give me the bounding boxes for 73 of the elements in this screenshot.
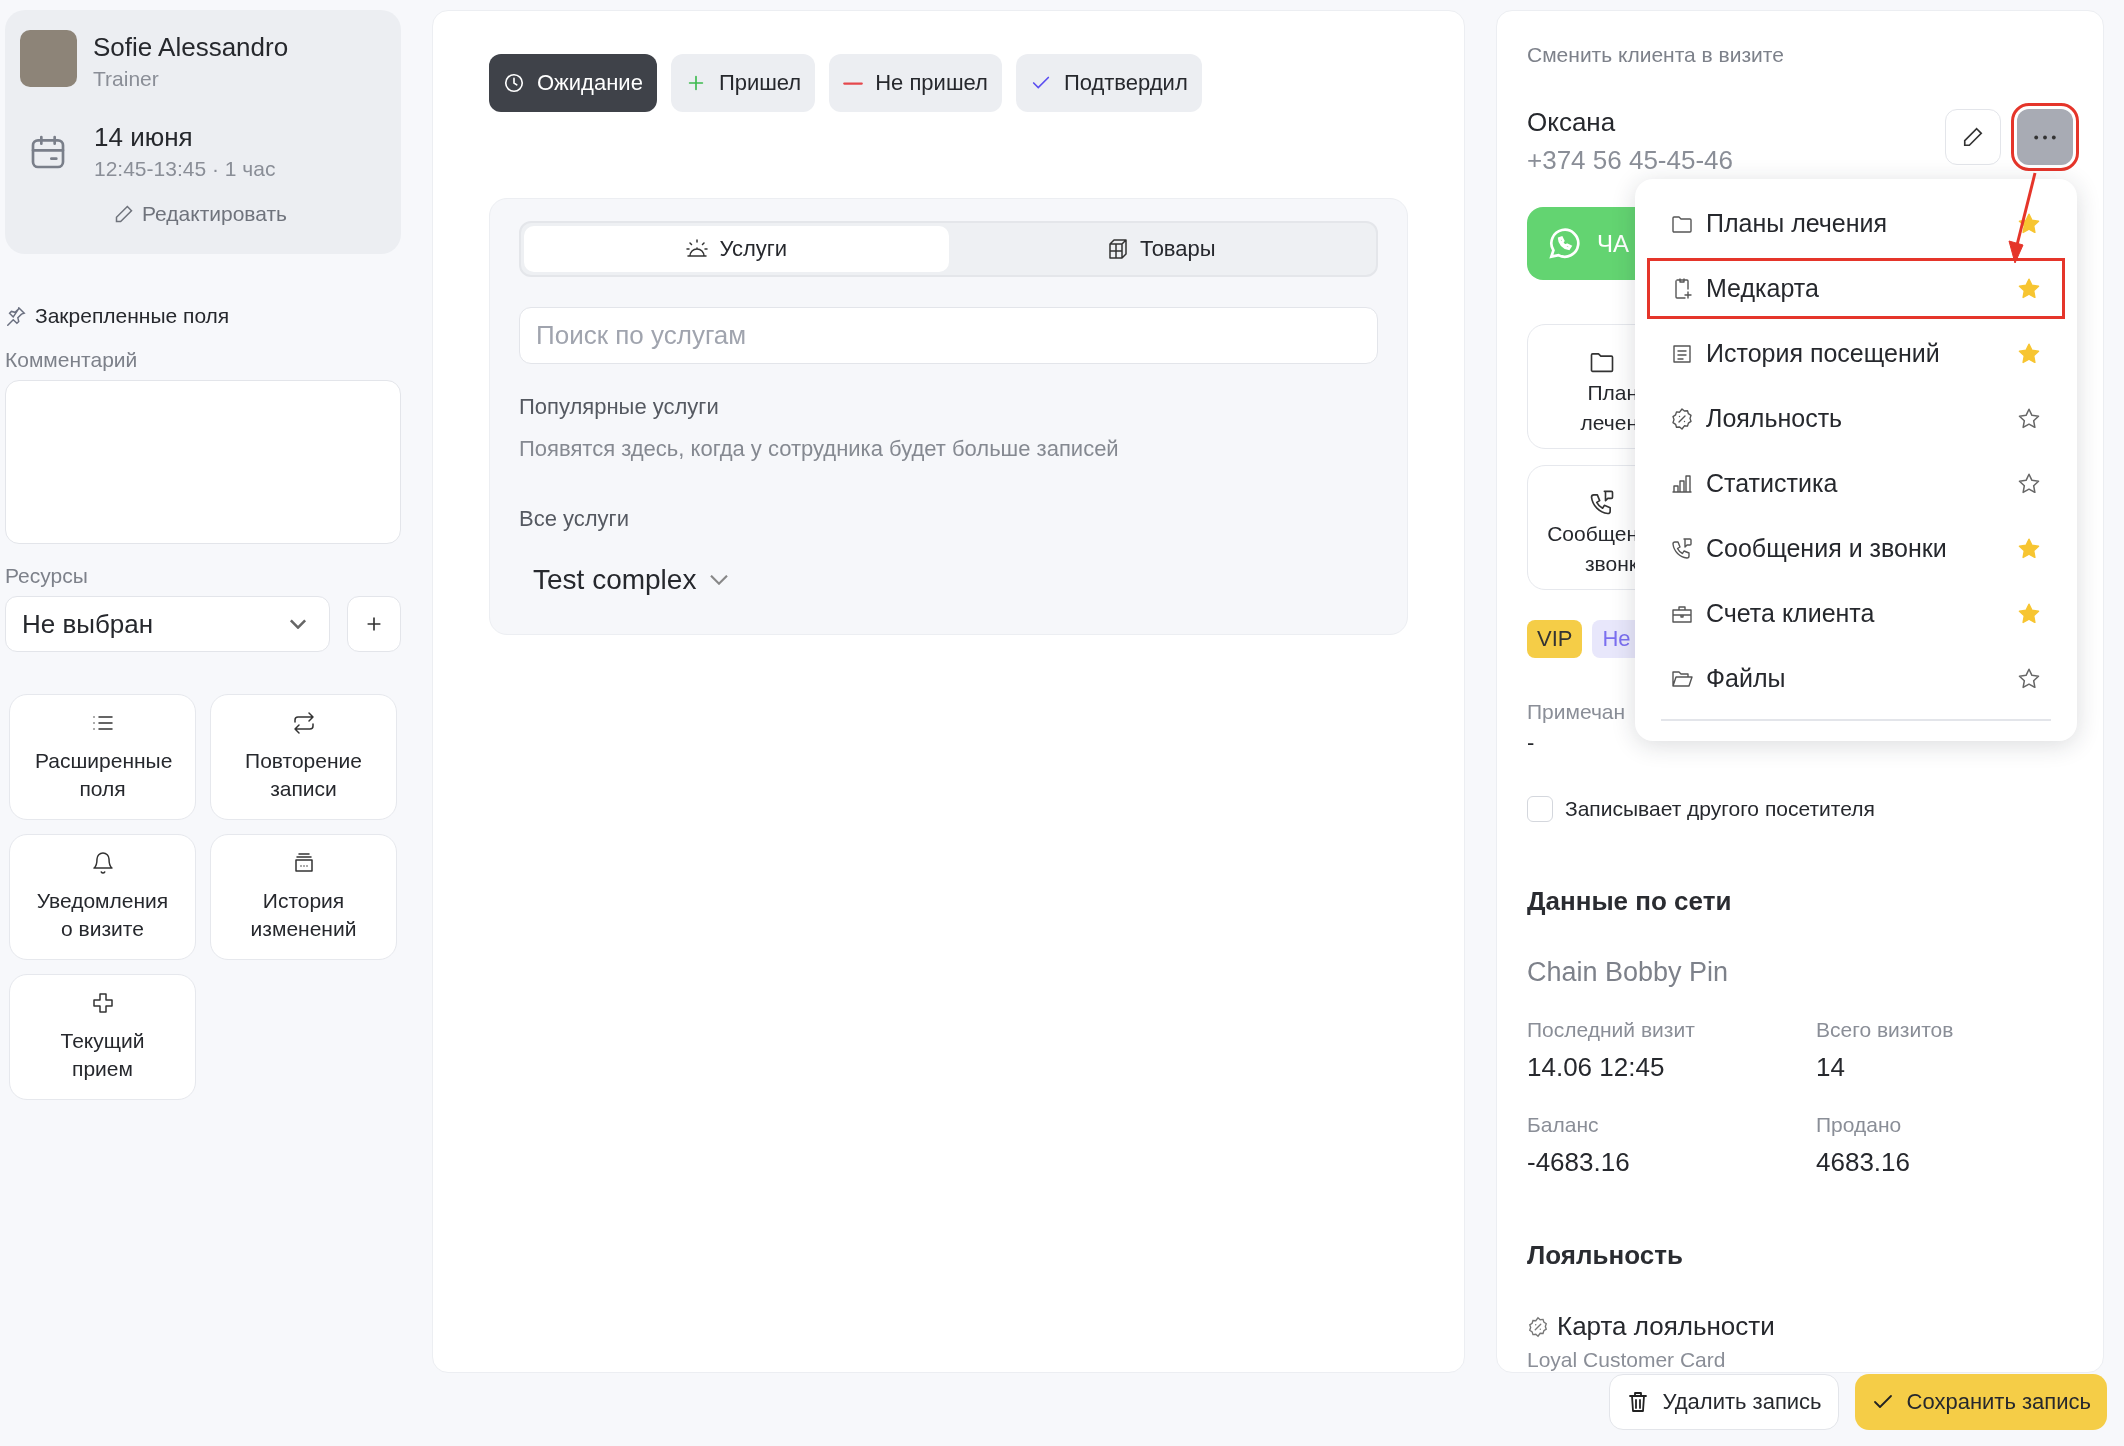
resources-label: Ресурсы: [5, 564, 89, 588]
pencil-icon: [113, 204, 134, 224]
note-label: Примечан: [1527, 700, 1627, 724]
badge-icon: [1670, 406, 1694, 431]
comment-field[interactable]: [5, 380, 401, 544]
stat-value: 4683.16: [1816, 1147, 1911, 1178]
status-button[interactable]: Пришел: [670, 54, 816, 112]
stat-label: Всего визитов: [1816, 1018, 1955, 1042]
tab[interactable]: Услуги: [524, 226, 949, 272]
bell-icon: [90, 851, 115, 875]
status-button[interactable]: Не пришел: [829, 54, 1002, 112]
popular-services-title: Популярные услуги: [519, 394, 720, 420]
category-dropdown[interactable]: Test complex: [519, 564, 743, 596]
cross-icon: [90, 991, 115, 1015]
feature-tile[interactable]: История изменений: [210, 834, 397, 960]
change-client-link[interactable]: Сменить клиента в визите: [1527, 41, 2073, 69]
popular-services-hint: Появятся здесь, когда у сотрудника будет больше записей: [519, 436, 1120, 462]
client-tag: VIP: [1527, 620, 1583, 658]
menu-item[interactable]: Лояльность: [1647, 388, 2065, 449]
repeat-icon: [291, 711, 316, 735]
comment-label: Комментарий: [5, 348, 139, 372]
stat-value: 14.06 12:45: [1527, 1052, 1666, 1083]
chevron-down-icon: [289, 619, 307, 629]
status-button[interactable]: Ожидание: [489, 54, 657, 112]
stat-label: Баланс: [1527, 1113, 1600, 1137]
status-button[interactable]: Подтвердил: [1015, 54, 1202, 112]
appointment-date: 14 июня: [94, 121, 194, 154]
feature-tile[interactable]: Расширенные поля: [9, 694, 196, 820]
clock-icon: [503, 72, 525, 94]
menu-item[interactable]: Сообщения и звонки: [1647, 518, 2065, 579]
loyalty-card-name: Карта лояльности: [1557, 1311, 1775, 1342]
pinned-fields-title: Закрепленные поля: [35, 304, 230, 328]
checkbox[interactable]: [1527, 796, 1553, 822]
add-button[interactable]: [347, 596, 401, 652]
stat-label: Продано: [1816, 1113, 1903, 1137]
chain-name: Chain Bobby Pin: [1527, 957, 1730, 988]
search-field[interactable]: Поиск по услугам: [519, 307, 1378, 364]
network-title: Данные по сети: [1527, 886, 1733, 917]
feature-tile[interactable]: Текущий прием: [9, 974, 196, 1100]
more-icon: [2034, 134, 2056, 140]
stat-value: 14: [1816, 1052, 1846, 1083]
client-phone: +374 56 45-45-46: [1527, 144, 1733, 177]
menu-item[interactable]: Медкарта: [1647, 258, 2065, 319]
resource-select[interactable]: Не выбран: [5, 596, 330, 652]
pencil-icon: [1962, 126, 1984, 148]
note-value: -: [1527, 730, 1536, 756]
feature-tile[interactable]: Повторение записи: [210, 694, 397, 820]
staff-name: Sofie Alessandro: [93, 31, 289, 64]
edit-button[interactable]: [1945, 109, 2001, 165]
chevron-down-icon: [710, 575, 729, 585]
client-name: Оксана: [1527, 106, 1617, 139]
menu-item[interactable]: Планы лечения: [1647, 193, 2065, 254]
staff-role: Trainer: [93, 66, 160, 92]
all-services-title: Все услуги: [519, 506, 630, 532]
stat-label: Последний визит: [1527, 1018, 1696, 1042]
menu-item[interactable]: История посещений: [1647, 323, 2065, 384]
photo-placeholder: [20, 30, 77, 87]
feature-tile[interactable]: Уведомления о визите: [9, 834, 196, 960]
delete-button[interactable]: Удалить запись: [1609, 1374, 1839, 1430]
pin-icon: [5, 305, 27, 327]
phone-chat-icon: [1588, 488, 1616, 517]
loyalty-title: Лояльность: [1527, 1240, 1684, 1271]
phone-chat-icon: [1670, 536, 1694, 561]
menu-item[interactable]: Статистика: [1647, 453, 2065, 514]
stat-value: -4683.16: [1527, 1147, 1631, 1178]
tab[interactable]: Товары: [948, 226, 1373, 272]
edit-link[interactable]: Редактировать: [113, 202, 288, 226]
checkbox-label: Записывает другого посетителя: [1565, 797, 1875, 821]
save-button[interactable]: Сохранить запись: [1854, 1374, 2107, 1430]
minus-icon: [843, 80, 864, 86]
loyalty-card-type: Loyal Customer Card: [1527, 1348, 1727, 1372]
badge-icon: [1527, 1315, 1549, 1338]
appointment-time: 12:45-13:45 · 1 час: [94, 156, 276, 182]
